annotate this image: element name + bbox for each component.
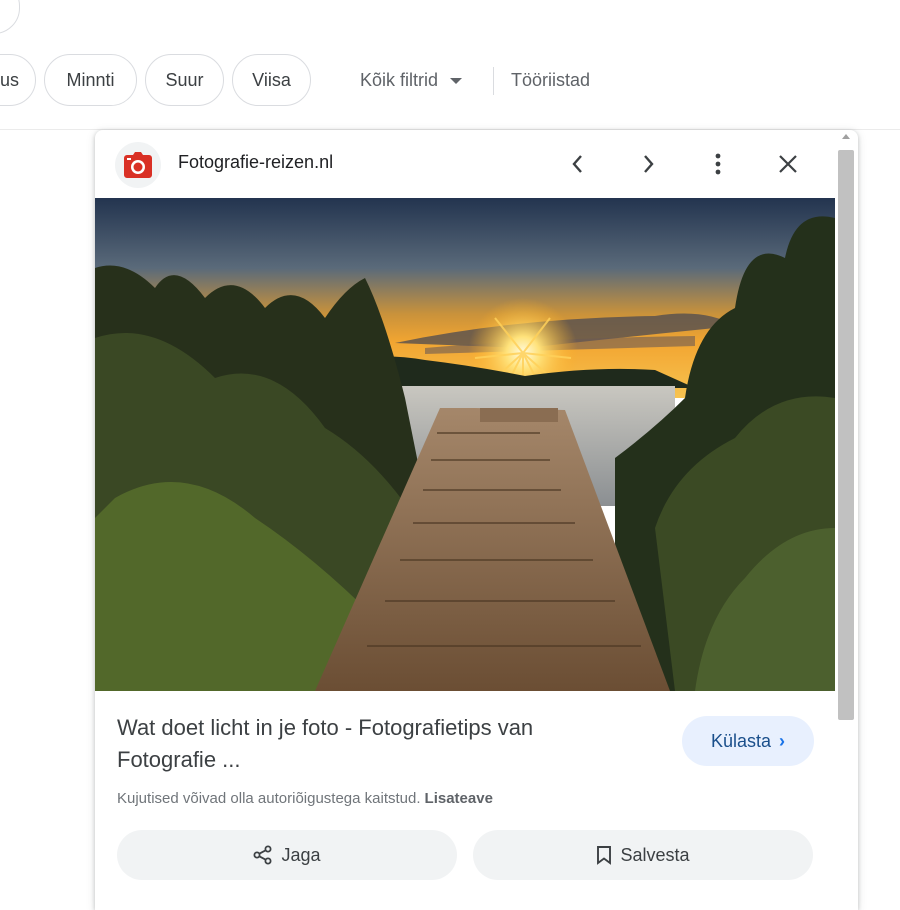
chevron-right-icon: › <box>779 730 786 751</box>
chip-label: Viisa <box>252 69 291 90</box>
save-label: Salvesta <box>620 844 690 865</box>
visit-label: Külasta <box>710 730 772 751</box>
site-name[interactable]: Fotografie-reizen.nl <box>178 152 333 173</box>
all-filters-button[interactable]: Kõik filtrid <box>360 54 463 106</box>
close-button[interactable] <box>772 148 804 180</box>
copyright-notice: Kujutised võivad olla autoriõigustega ka… <box>117 790 493 807</box>
filter-chip-viisa[interactable]: Viisa <box>232 54 311 106</box>
learn-more-link[interactable]: Lisateave <box>425 790 493 807</box>
scroll-up-arrow-icon[interactable] <box>842 134 850 139</box>
filter-chip-0[interactable]: us <box>0 54 36 106</box>
save-button[interactable]: Salvesta <box>473 830 813 880</box>
next-button[interactable] <box>632 148 664 180</box>
chip-label: Suur <box>165 69 204 90</box>
filter-chip-minnti[interactable]: Minnti <box>44 54 137 106</box>
chevron-right-icon <box>644 155 654 173</box>
more-options-button[interactable] <box>702 148 734 180</box>
filter-chip-suur[interactable]: Suur <box>145 54 224 106</box>
tools-button[interactable]: Tööriistad <box>511 54 590 106</box>
camera-icon <box>124 152 152 178</box>
chevron-left-icon <box>572 155 582 173</box>
share-button[interactable]: Jaga <box>117 830 457 880</box>
preview-header: Fotografie-reizen.nl <box>95 130 835 198</box>
site-favicon[interactable] <box>115 142 161 188</box>
scrollbar-thumb[interactable] <box>838 150 854 720</box>
search-box-edge[interactable] <box>0 0 20 34</box>
chip-label: Minnti <box>66 69 115 90</box>
copyright-text: Kujutised võivad olla autoriõigustega ka… <box>117 790 421 807</box>
bookmark-icon <box>597 846 612 865</box>
visit-button[interactable]: Külasta › <box>682 716 814 766</box>
preview-image[interactable] <box>95 198 835 691</box>
tools-label: Tööriistad <box>511 69 591 90</box>
caret-down-icon <box>450 78 463 84</box>
previous-button[interactable] <box>562 148 594 180</box>
share-label: Jaga <box>281 844 321 865</box>
more-vert-icon <box>715 153 721 175</box>
share-icon <box>253 845 272 865</box>
all-filters-label: Kõik filtrid <box>360 69 439 90</box>
close-icon <box>779 155 797 173</box>
chip-label: us <box>0 69 19 90</box>
divider <box>493 67 494 95</box>
result-title[interactable]: Wat doet licht in je foto - Fotografieti… <box>117 712 637 776</box>
image-preview-panel: Fotografie-reizen.nl Wat doet licht in j… <box>95 130 858 910</box>
